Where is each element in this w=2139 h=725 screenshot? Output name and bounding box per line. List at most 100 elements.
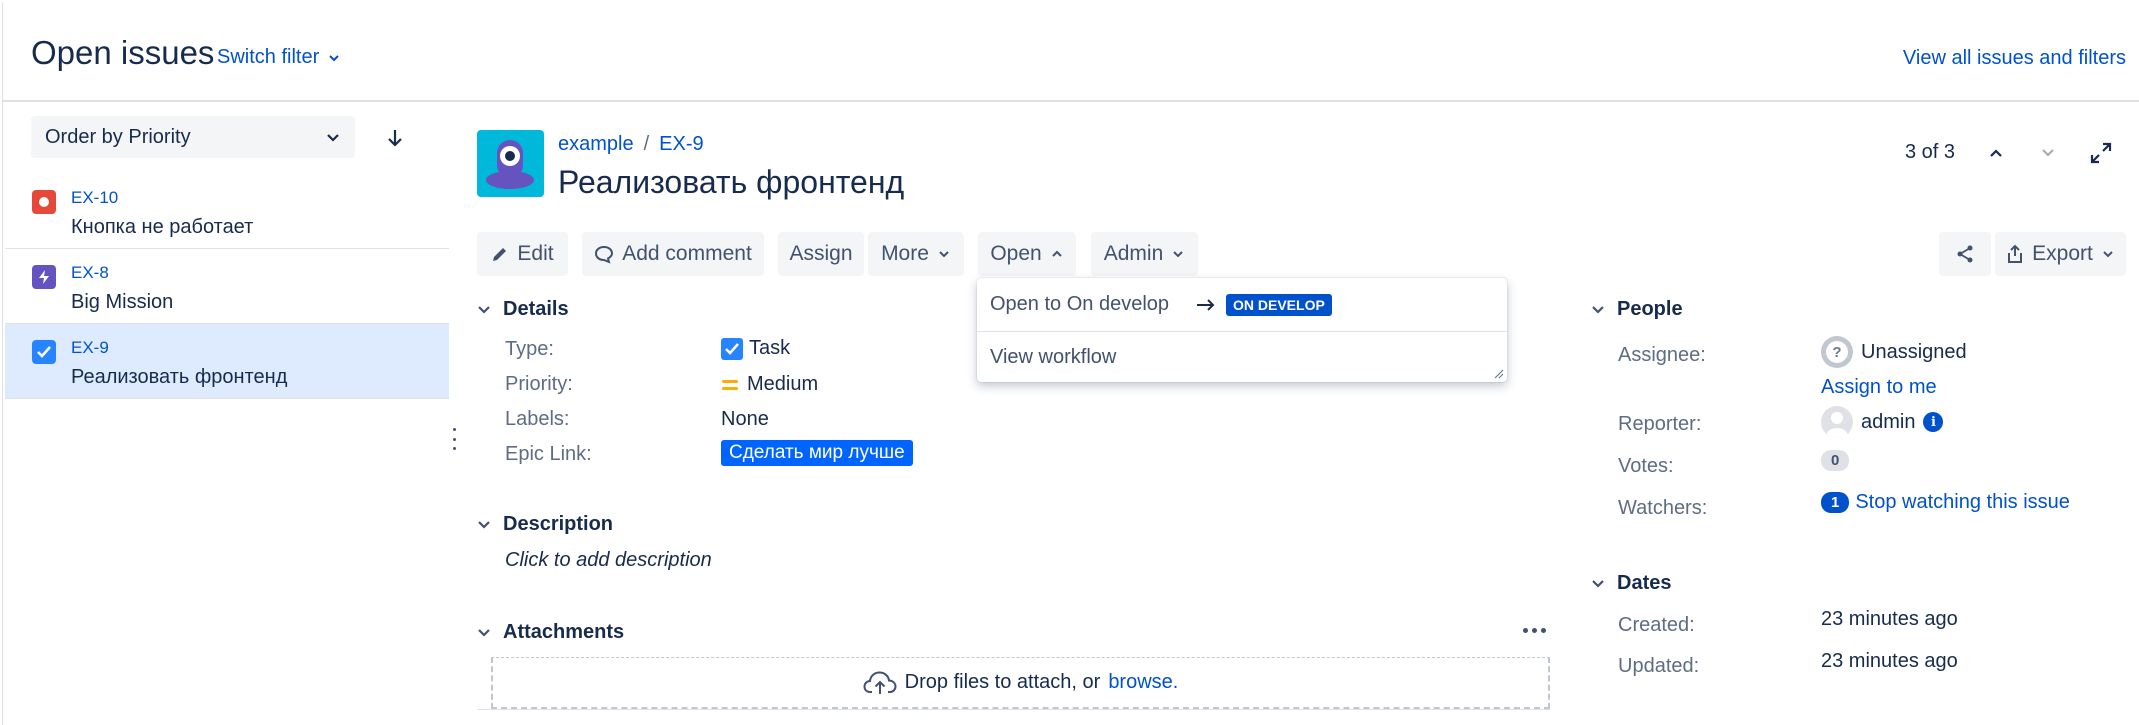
previous-issue-icon[interactable]	[1988, 145, 2004, 161]
open-status-button[interactable]: Open	[978, 232, 1076, 276]
priority-label: Priority:	[505, 373, 573, 395]
more-label: More	[881, 242, 929, 265]
type-value: Task	[721, 337, 790, 360]
breadcrumb: example / EX-9	[558, 133, 704, 156]
list-item-selected[interactable]: EX-9 Реализовать фронтенд	[5, 324, 449, 399]
add-comment-button[interactable]: Add comment	[582, 232, 764, 276]
issue-summary: Реализовать фронтенд	[71, 366, 288, 388]
panel-resize-handle[interactable]	[453, 428, 457, 450]
assign-to-me-link[interactable]: Assign to me	[1821, 376, 1937, 399]
dropzone-text: Drop files to attach, or	[904, 671, 1101, 693]
task-icon	[721, 337, 743, 360]
left-border	[2, 102, 3, 725]
votes-label: Votes:	[1618, 455, 1674, 477]
issue-key: EX-9	[71, 338, 109, 357]
edit-label: Edit	[517, 242, 554, 265]
list-item[interactable]: EX-10 Кнопка не работает	[5, 174, 449, 249]
assignee-value-text: Unassigned	[1861, 340, 1967, 363]
info-icon[interactable]: i	[1923, 412, 1944, 432]
project-avatar	[477, 130, 544, 197]
chevron-down-icon	[327, 134, 339, 142]
chevron-down-icon	[1173, 251, 1183, 258]
details-heading: Details	[503, 298, 569, 320]
sort-direction-icon[interactable]	[386, 128, 404, 148]
edit-button[interactable]: Edit	[477, 232, 568, 276]
resize-grip-icon[interactable]	[1492, 367, 1504, 379]
view-workflow-option[interactable]: View workflow	[977, 332, 1507, 382]
description-heading: Description	[503, 513, 614, 535]
expand-icon[interactable]	[2090, 142, 2112, 164]
reporter-value-text: admin	[1861, 410, 1916, 433]
issue-key: EX-10	[71, 188, 119, 207]
attachments-more-icon[interactable]	[1523, 628, 1546, 633]
stop-watching-link[interactable]: Stop watching this issue	[1855, 491, 2070, 514]
watchers-count-badge[interactable]: 1	[1821, 492, 1850, 513]
cloud-upload-icon	[863, 670, 897, 694]
comment-icon	[595, 245, 614, 264]
description-section-header[interactable]: Description	[477, 513, 613, 536]
description-placeholder[interactable]: Click to add description	[505, 549, 712, 572]
arrow-right-icon	[1197, 298, 1215, 311]
labels-value[interactable]: None	[721, 408, 769, 431]
add-comment-label: Add comment	[622, 242, 752, 265]
breadcrumb-project[interactable]: example	[558, 133, 634, 156]
type-label: Type:	[505, 338, 554, 360]
chevron-down-icon	[1592, 579, 1604, 588]
chevron-down-icon	[478, 305, 490, 314]
browse-link[interactable]: browse.	[1108, 671, 1178, 694]
chevron-down-icon	[1592, 305, 1604, 314]
created-label: Created:	[1618, 614, 1695, 636]
assignee-label: Assignee:	[1618, 344, 1706, 366]
unassigned-avatar-icon: ?	[1821, 336, 1853, 368]
reporter-label: Reporter:	[1618, 413, 1702, 435]
priority-value-text: Medium	[747, 373, 819, 395]
chevron-up-icon	[1051, 250, 1062, 257]
people-section-header[interactable]: People	[1591, 298, 1683, 321]
chevron-down-icon	[2103, 251, 2113, 258]
issue-summary: Кнопка не работает	[71, 216, 254, 238]
issue-summary-title[interactable]: Реализовать фронтенд	[558, 164, 904, 201]
transition-label: Open to On develop	[990, 293, 1170, 315]
view-all-issues-link[interactable]: View all issues and filters	[1903, 47, 2126, 70]
epic-link-label: Epic Link:	[505, 443, 592, 465]
transition-option[interactable]: Open to On develop ON DEVELOP	[977, 278, 1507, 331]
export-button[interactable]: Export	[1995, 232, 2126, 276]
task-icon	[32, 340, 56, 364]
votes-count-badge[interactable]: 0	[1821, 450, 1850, 471]
attachments-heading: Attachments	[503, 621, 625, 643]
issue-key: EX-8	[71, 263, 109, 282]
user-avatar-icon	[1821, 406, 1853, 438]
dates-section-header[interactable]: Dates	[1591, 572, 1671, 595]
next-issue-icon[interactable]	[2040, 145, 2056, 161]
bug-icon	[32, 190, 56, 214]
share-button[interactable]	[1939, 232, 1991, 276]
page-title: Open issues	[31, 34, 215, 71]
updated-value: 23 minutes ago	[1821, 650, 1958, 672]
epic-icon	[32, 265, 56, 289]
more-button[interactable]: More	[868, 232, 964, 276]
attachments-section-header[interactable]: Attachments	[477, 621, 624, 644]
assignee-value: ? Unassigned	[1821, 336, 1967, 368]
attachment-dropzone[interactable]: Drop files to attach, or browse.	[491, 657, 1550, 709]
chevron-down-icon	[329, 54, 339, 61]
switch-filter-button[interactable]: Switch filter	[217, 46, 341, 69]
order-by-select[interactable]: Order by Priority	[31, 116, 355, 158]
breadcrumb-issue-key[interactable]: EX-9	[659, 133, 703, 156]
priority-medium-icon	[722, 379, 738, 390]
list-item[interactable]: EX-8 Big Mission	[5, 249, 449, 324]
watchers-label: Watchers:	[1618, 497, 1708, 519]
admin-button[interactable]: Admin	[1091, 232, 1198, 276]
created-value: 23 minutes ago	[1821, 608, 1958, 630]
pencil-icon	[493, 248, 507, 261]
transition-dropdown: Open to On develop ON DEVELOP View workf…	[977, 278, 1507, 382]
switch-filter-label: Switch filter	[217, 46, 320, 68]
assign-label: Assign	[789, 242, 853, 265]
watchers-value: 1 Stop watching this issue	[1821, 491, 2070, 514]
people-heading: People	[1617, 298, 1683, 320]
dates-heading: Dates	[1617, 572, 1672, 594]
assign-button[interactable]: Assign	[778, 232, 864, 276]
export-icon	[2008, 244, 2023, 263]
details-section-header[interactable]: Details	[477, 298, 569, 321]
open-status-label: Open	[990, 242, 1042, 265]
epic-link-lozenge[interactable]: Сделать мир лучше	[721, 440, 913, 466]
